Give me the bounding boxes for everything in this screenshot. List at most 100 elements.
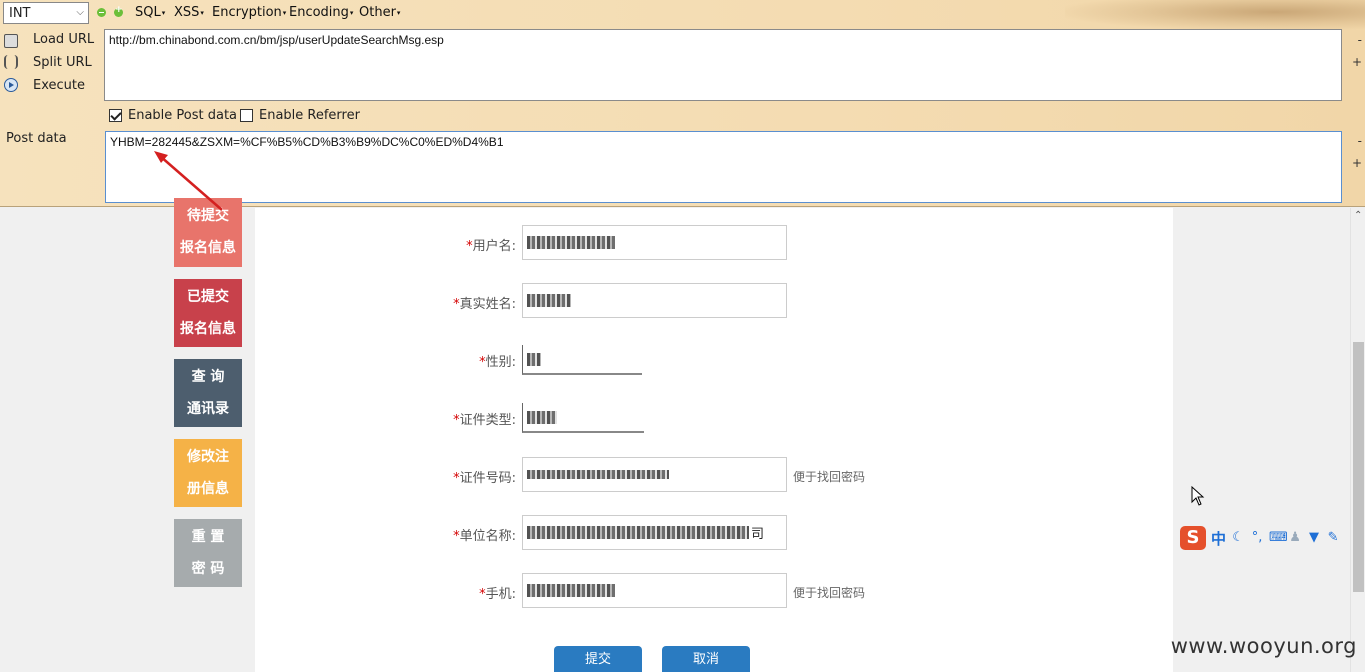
submit-button[interactable]: 提交 — [554, 646, 642, 672]
menu-encryption[interactable]: Encryption▾ — [212, 5, 286, 20]
split-url-button[interactable]: Split URL — [4, 52, 92, 72]
phone-input[interactable] — [522, 573, 787, 608]
scroll-thumb[interactable] — [1353, 342, 1364, 592]
url-shrink-button[interactable]: - — [1358, 33, 1362, 47]
realname-input[interactable] — [522, 283, 787, 318]
post-data-label: Post data — [6, 131, 67, 146]
post-shrink-button[interactable]: - — [1358, 134, 1362, 148]
split-url-label: Split URL — [33, 54, 92, 70]
username-input[interactable] — [522, 225, 787, 260]
redacted-value — [527, 236, 615, 249]
redacted-value — [527, 410, 557, 424]
user-icon[interactable]: ♟ — [1288, 531, 1302, 545]
dropdown-arrow-icon: ▾ — [200, 8, 204, 17]
wrench-icon[interactable]: ✎ — [1326, 531, 1340, 545]
redacted-value — [527, 584, 615, 597]
sidebar-item-line1: 已提交 — [187, 289, 229, 305]
dropdown-arrow-icon: ▾ — [282, 8, 287, 17]
mouse-cursor-icon — [1191, 486, 1205, 506]
menu-sql[interactable]: SQL▾ — [135, 5, 165, 20]
select-value: INT — [9, 5, 31, 21]
load-url-button[interactable]: Load URL — [4, 29, 94, 49]
menu-encoding[interactable]: Encoding▾ — [289, 5, 353, 20]
ime-toolbar: S 中 ☾ °, ⌨ ♟ ▼ ✎ — [1180, 525, 1365, 551]
watermark: www.wooyun.org — [1170, 634, 1357, 658]
decrease-icon[interactable] — [97, 8, 106, 17]
post-expand-button[interactable]: + — [1352, 156, 1362, 170]
post-data-text: YHBM=282445&ZSXM=%CF%B5%CD%B3%B9%DC%C0%E… — [110, 135, 504, 149]
menu-xss-label: XSS — [174, 5, 200, 20]
sidebar-item-line2: 册信息 — [187, 481, 229, 497]
sidebar-item-line2: 通讯录 — [187, 401, 229, 417]
idtype-select[interactable] — [522, 403, 644, 433]
sidebar-pending-registration[interactable]: 待提交 报名信息 — [174, 198, 242, 267]
sidebar-submitted-registration[interactable]: 已提交 报名信息 — [174, 279, 242, 347]
toolbar-decoration — [1065, 0, 1365, 30]
sidebar-item-line2: 密 码 — [191, 561, 225, 577]
realname-label-text: 真实姓名: — [459, 297, 516, 312]
menu-xss[interactable]: XSS▾ — [174, 5, 204, 20]
page-scrollbar[interactable]: ⌃ — [1350, 208, 1365, 672]
punctuation-icon[interactable]: °, — [1250, 531, 1264, 545]
username-label: *用户名: — [386, 235, 516, 254]
gender-select[interactable] — [522, 345, 642, 375]
sidebar-address-book[interactable]: 查 询 通讯录 — [174, 359, 242, 427]
play-icon — [4, 78, 18, 92]
idnumber-input[interactable] — [522, 457, 787, 492]
sidebar-reset-password[interactable]: 重 置 密 码 — [174, 519, 242, 587]
menu-other[interactable]: Other▾ — [359, 5, 400, 20]
hackbar-toolbar: INT ⌵ SQL▾ XSS▾ Encryption▾ Encoding▾ Ot… — [0, 0, 1365, 207]
shirt-icon[interactable]: ▼ — [1307, 531, 1321, 545]
company-label-text: 单位名称: — [459, 529, 516, 544]
enable-referrer-toggle[interactable]: Enable Referrer — [240, 108, 360, 123]
url-expand-button[interactable]: + — [1352, 55, 1362, 69]
company-suffix: 司 — [751, 527, 765, 542]
phone-label: *手机: — [386, 583, 516, 602]
dropdown-arrow-icon: ▾ — [396, 8, 401, 17]
execute-label: Execute — [33, 77, 85, 93]
enable-referrer-checkbox[interactable] — [240, 109, 253, 122]
dropdown-arrow-icon: ▾ — [161, 8, 166, 17]
scroll-up-icon[interactable]: ⌃ — [1354, 210, 1362, 221]
moon-icon[interactable]: ☾ — [1231, 531, 1245, 545]
company-input[interactable]: 司 — [522, 515, 787, 550]
cancel-button[interactable]: 取消 — [662, 646, 750, 672]
menu-sql-label: SQL — [135, 5, 161, 20]
idnumber-label-text: 证件号码: — [459, 471, 516, 486]
sidebar-item-line2: 报名信息 — [180, 321, 236, 337]
enable-post-toggle[interactable]: Enable Post data — [109, 108, 237, 123]
enable-referrer-label: Enable Referrer — [259, 108, 360, 123]
idnumber-hint: 便于找回密码 — [793, 470, 866, 484]
gender-label: *性别: — [386, 351, 516, 370]
load-url-label: Load URL — [33, 31, 95, 47]
ime-mode[interactable]: 中 — [1211, 528, 1226, 549]
increase-icon[interactable] — [114, 5, 123, 17]
sidebar-item-line1: 重 置 — [191, 529, 225, 545]
dropdown-arrow-icon: ▾ — [349, 8, 354, 17]
sidebar-item-line2: 报名信息 — [180, 240, 236, 256]
url-text: http://bm.chinabond.com.cn/bm/jsp/userUp… — [109, 33, 444, 47]
enable-post-label: Enable Post data — [128, 108, 238, 123]
phone-label-text: 手机: — [485, 587, 516, 602]
enable-post-checkbox[interactable] — [109, 109, 122, 122]
company-label: *单位名称: — [386, 525, 516, 544]
keyboard-icon[interactable]: ⌨ — [1269, 531, 1288, 545]
sidebar-item-line1: 查 询 — [191, 369, 225, 385]
scissors-icon — [4, 55, 18, 69]
redacted-value — [527, 294, 571, 307]
post-data-input[interactable]: YHBM=282445&ZSXM=%CF%B5%CD%B3%B9%DC%C0%E… — [105, 131, 1342, 203]
sidebar-edit-registration[interactable]: 修改注 册信息 — [174, 439, 242, 507]
gender-label-text: 性别: — [485, 355, 516, 370]
redacted-value — [527, 526, 749, 539]
menu-encryption-label: Encryption — [212, 5, 282, 20]
injection-type-select[interactable]: INT ⌵ — [3, 2, 89, 24]
idtype-label: *证件类型: — [386, 409, 516, 428]
idtype-label-text: 证件类型: — [459, 413, 516, 428]
username-label-text: 用户名: — [472, 239, 516, 254]
sidebar-item-line1: 修改注 — [187, 449, 229, 465]
sogou-logo-icon[interactable]: S — [1180, 526, 1206, 550]
sidebar-item-line1: 待提交 — [187, 208, 229, 224]
url-input[interactable]: http://bm.chinabond.com.cn/bm/jsp/userUp… — [104, 29, 1342, 101]
execute-button[interactable]: Execute — [4, 75, 85, 95]
menu-encoding-label: Encoding — [289, 5, 349, 20]
